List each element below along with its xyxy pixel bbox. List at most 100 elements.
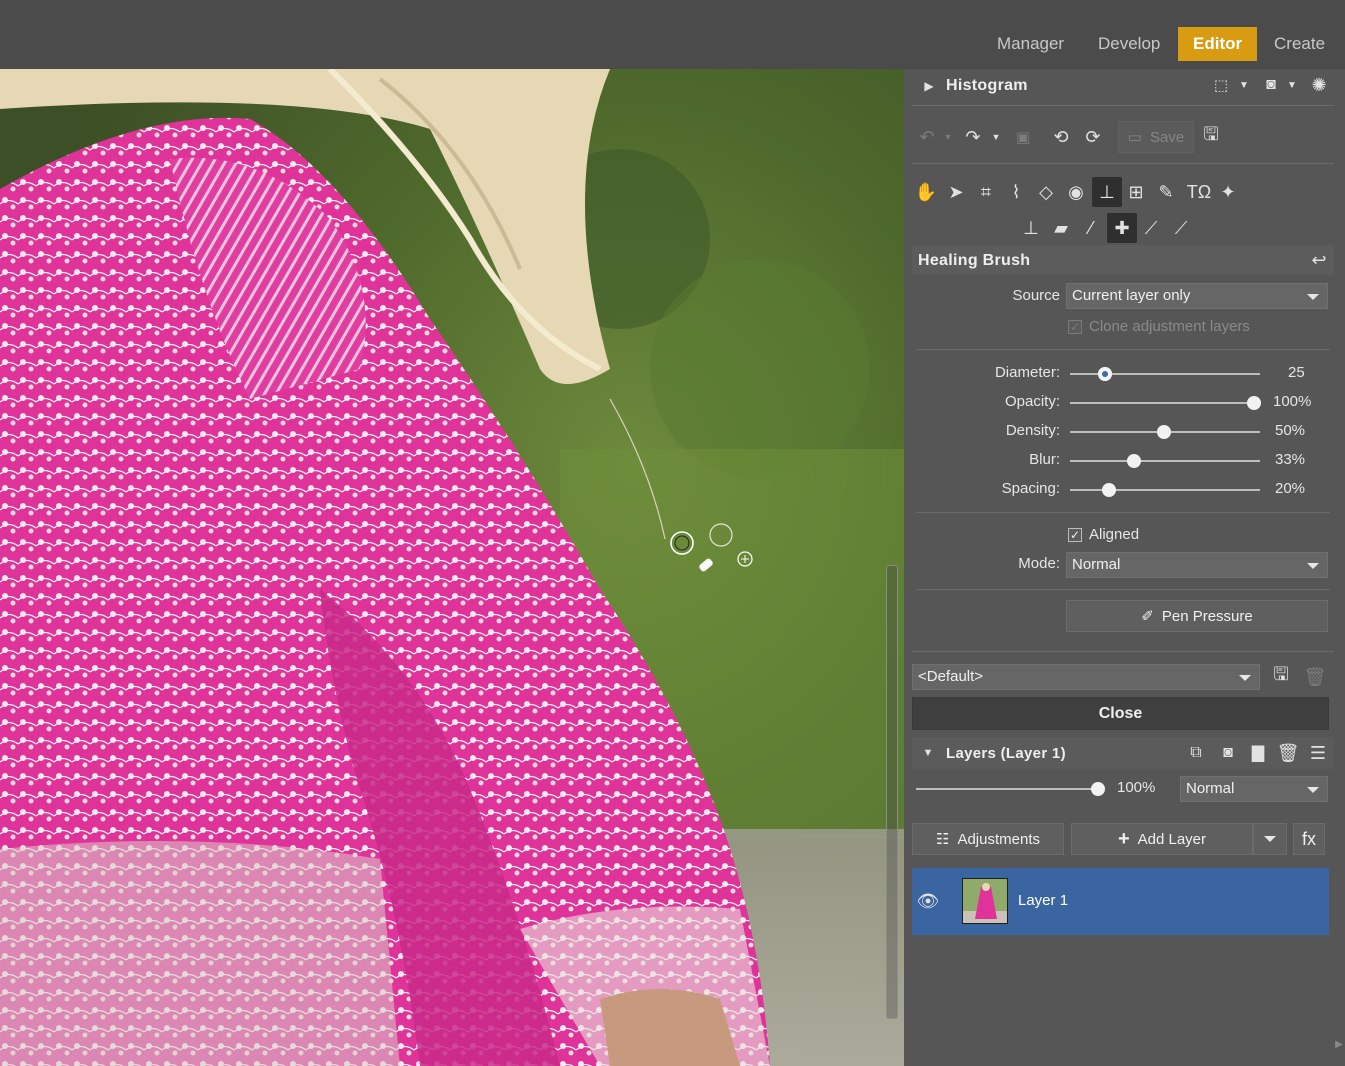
layer-opacity-slider[interactable] [916,782,1105,796]
chevron-down-icon [1264,836,1276,842]
adjustments-label: Adjustments [957,830,1040,848]
divider [912,163,1334,164]
red-eye-icon[interactable]: ◉ [1064,179,1088,205]
image-canvas[interactable] [0,69,904,1066]
rotate-right-icon[interactable]: ⟳ [1080,124,1106,150]
fx-button[interactable]: fx [1293,823,1325,855]
undo-icon[interactable]: ↶ [914,124,940,150]
tab-manager[interactable]: Manager [982,27,1079,61]
reset-arrow-icon[interactable]: ↩ [1306,248,1332,272]
crop-icon[interactable]: ⌗ [974,179,998,205]
healing-brush-icon[interactable]: ✚ [1107,213,1137,243]
settings-gear-icon[interactable]: ✺ [1308,74,1330,96]
add-layer-dropdown[interactable] [1253,823,1287,855]
chevron-down-icon[interactable]: ▼ [1238,77,1250,93]
spacing-value: 20% [1275,480,1306,497]
menu-icon[interactable]: ☰ [1306,741,1330,765]
save-preset-icon[interactable]: 🖫 [1268,664,1294,690]
mask-view-icon[interactable]: ◙ [1260,74,1282,96]
diameter-slider[interactable] [1070,367,1260,381]
density-value: 50% [1275,422,1306,439]
vertical-scrollbar[interactable] [886,565,898,1019]
blur-label: Blur: [1029,451,1060,468]
patch-brush-icon[interactable]: ⟋ [1168,215,1194,241]
blur-handle[interactable] [1127,454,1141,468]
layer-name: Layer 1 [1018,892,1069,909]
opacity-handle[interactable] [1247,396,1261,410]
visibility-eye-icon[interactable]: 👁 [916,890,940,912]
selection-tool-icon[interactable]: ⊞ [1124,179,1148,205]
compare-icon[interactable]: ⬚ [1210,74,1232,96]
layer-opacity-handle[interactable] [1091,782,1105,796]
adjustments-button[interactable]: ☷ Adjustments [912,823,1064,855]
chevron-down-icon [1307,294,1319,300]
source-select[interactable]: Current layer only [1066,283,1328,309]
opacity-value: 100% [1273,393,1312,410]
blur-value: 33% [1275,451,1306,468]
select-arrow-icon[interactable]: ➤ [944,179,968,205]
adjustments-icon: ☷ [936,831,950,848]
eraser-icon[interactable]: ▰ [1048,215,1074,241]
layers-title: Layers (Layer 1) [946,745,1066,762]
save-button[interactable]: ▭ Save [1118,121,1194,153]
right-panel: ▶ Histogram ⬚ ▼ ◙ ▼ ✺ ↶ ▼ ↷ ▼ ▣ ⟲ ⟳ ▭ Sa… [904,69,1345,1066]
text-tool-icon[interactable]: TΩ [1184,179,1214,205]
add-layer-button[interactable]: + Add Layer [1071,823,1253,855]
density-handle[interactable] [1157,425,1171,439]
clone-adjustment-label: Clone adjustment layers [1089,318,1250,335]
tab-editor[interactable]: Editor [1178,27,1258,61]
image-icon[interactable]: ▣ [1010,124,1036,150]
straighten-icon[interactable]: ⌇ [1004,179,1028,205]
redo-icon[interactable]: ↷ [960,124,986,150]
layer-mask-icon[interactable]: ◙ [1216,741,1240,765]
source-label: Source [1012,287,1060,304]
spot-brush-icon[interactable]: ⁄ [1078,215,1104,241]
density-slider[interactable] [1070,425,1260,439]
clone-adjustment-checkbox[interactable]: ✓ [1068,320,1082,334]
chevron-down-icon[interactable]: ▼ [942,129,954,145]
save-as-disk-icon[interactable]: 🖫 [1198,124,1224,150]
save-label: Save [1149,128,1185,146]
effects-stars-icon[interactable]: ✦ [1216,179,1240,205]
divider [916,512,1330,513]
stamp-icon[interactable]: ⊥ [1018,215,1044,241]
layer-blend-select[interactable]: Normal [1180,776,1328,802]
source-value: Current layer only [1072,287,1191,304]
photo [0,69,904,1066]
mode-value: Normal [1072,556,1121,573]
collapse-triangle-icon[interactable]: ▼ [920,745,936,761]
duplicate-layer-icon[interactable]: ⧉ [1184,741,1208,765]
close-button[interactable]: Close [912,697,1329,730]
chevron-down-icon[interactable]: ▼ [1286,77,1298,93]
hand-tool-icon[interactable]: ✋ [914,179,938,205]
blur-slider[interactable] [1070,454,1260,468]
pen-pressure-button[interactable]: ✐ Pen Pressure [1066,600,1328,632]
aligned-checkbox[interactable]: ✓ [1068,528,1082,542]
tab-create[interactable]: Create [1259,27,1340,61]
delete-preset-icon[interactable]: 🗑 [1302,664,1328,690]
delete-layer-icon[interactable]: 🗑 [1276,741,1300,765]
layer-thumbnail [962,878,1008,924]
layer-row[interactable]: 👁 Layer 1 [912,868,1329,935]
mode-label: Mode: [1018,555,1060,572]
perspective-icon[interactable]: ◇ [1034,179,1058,205]
opacity-label: Opacity: [1004,393,1060,410]
folder-icon[interactable]: ▇ [1246,741,1270,765]
mode-select[interactable]: Normal [1066,552,1328,578]
chevron-down-icon[interactable]: ▼ [990,129,1002,145]
spacing-label: Spacing: [1001,480,1060,497]
preset-select[interactable]: <Default> [912,664,1260,690]
aligned-label: Aligned [1089,526,1140,543]
divider [916,349,1330,350]
rotate-left-icon[interactable]: ⟲ [1048,124,1074,150]
spacing-handle[interactable] [1102,483,1116,497]
panel-expand-icon[interactable]: ▶ [1334,1035,1344,1053]
smart-eraser-icon[interactable]: ⟋ [1138,215,1164,241]
opacity-slider[interactable] [1070,396,1261,410]
spacing-slider[interactable] [1070,483,1260,497]
brush-fill-icon[interactable]: ✎ [1154,179,1178,205]
tab-develop[interactable]: Develop [1083,27,1175,61]
clone-stamp-icon[interactable]: ⊥ [1092,177,1122,207]
diameter-handle[interactable] [1098,367,1112,381]
expand-triangle-icon[interactable]: ▶ [922,78,936,94]
